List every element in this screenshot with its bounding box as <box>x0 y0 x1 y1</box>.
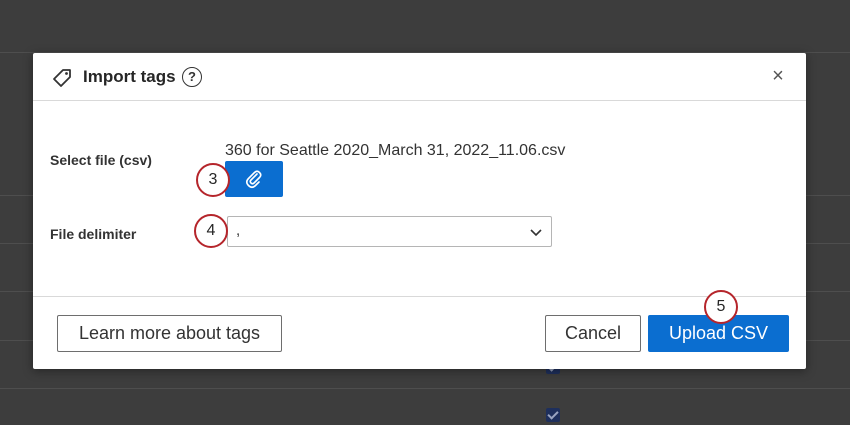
dialog-header: Import tags ? × <box>33 53 806 101</box>
file-delimiter-value: , <box>236 222 241 239</box>
learn-more-button[interactable]: Learn more about tags <box>57 315 282 352</box>
file-delimiter-select[interactable]: , <box>227 216 552 247</box>
select-file-label: Select file (csv) <box>50 152 152 168</box>
file-delimiter-label: File delimiter <box>50 226 137 242</box>
background-checkbox <box>546 408 560 422</box>
step-marker-5: 5 <box>704 290 738 324</box>
step-marker-3: 3 <box>196 163 230 197</box>
selected-file-name: 360 for Seattle 2020_March 31, 2022_11.0… <box>225 142 566 159</box>
cancel-button[interactable]: Cancel <box>545 315 641 352</box>
paperclip-icon <box>245 170 262 189</box>
dialog-footer: Learn more about tags Cancel Upload CSV <box>33 296 806 369</box>
close-icon[interactable]: × <box>768 66 788 86</box>
import-tags-dialog: Import tags ? × Select file (csv) 360 fo… <box>33 53 806 369</box>
tag-icon <box>53 69 71 87</box>
dialog-title: Import tags <box>83 67 176 86</box>
help-icon[interactable]: ? <box>182 67 202 87</box>
attach-file-button[interactable] <box>225 161 283 197</box>
chevron-down-icon <box>530 229 542 237</box>
step-marker-4: 4 <box>194 214 228 248</box>
background-divider <box>0 388 850 389</box>
